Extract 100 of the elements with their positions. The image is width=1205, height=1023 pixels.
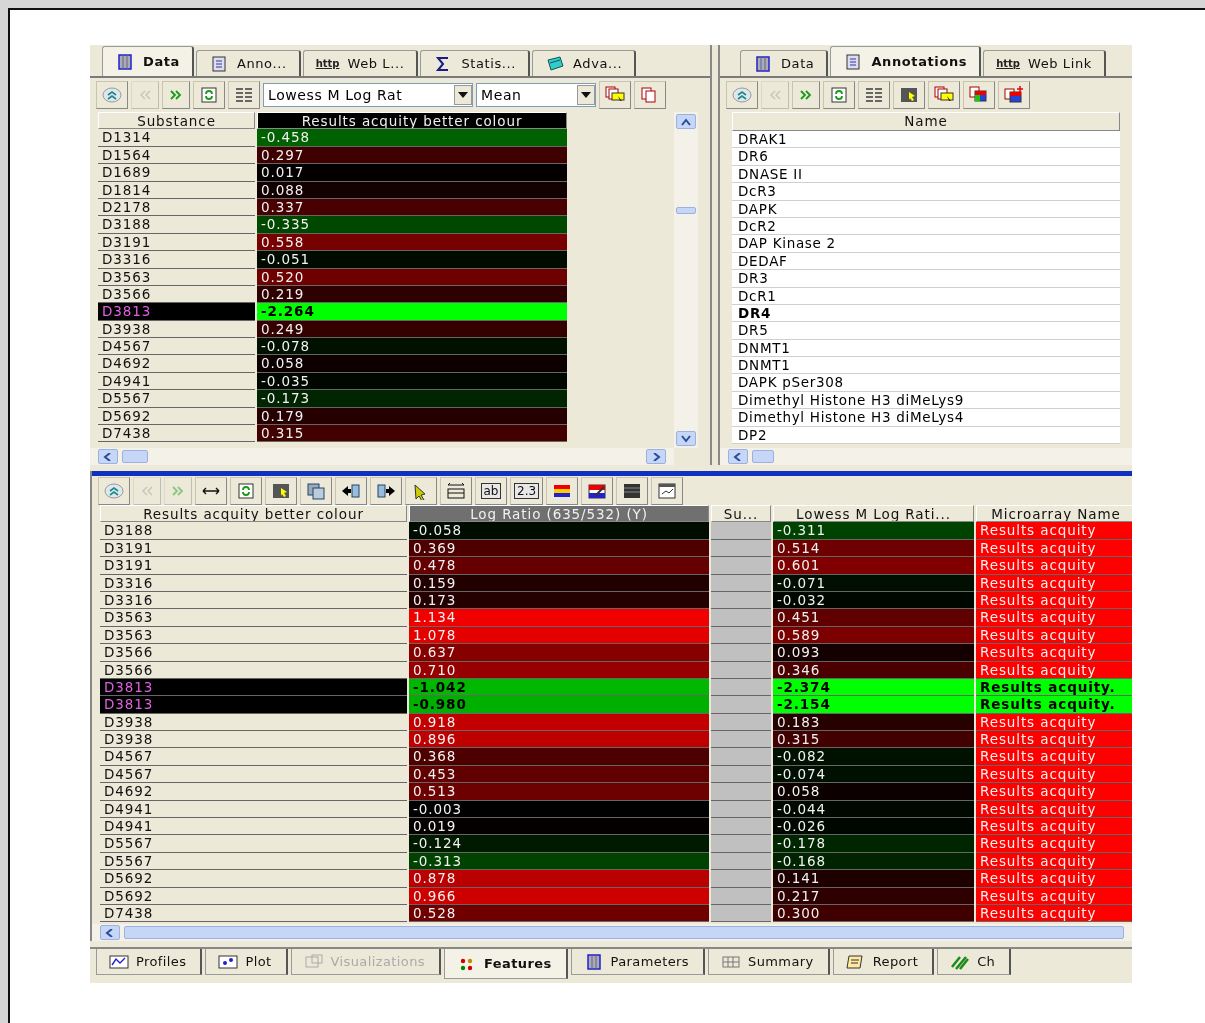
tab[interactable]: Parameters	[570, 949, 705, 975]
table-cell	[711, 783, 771, 801]
table-cell: 0.368	[409, 748, 709, 766]
toolbar-button[interactable]	[998, 81, 1030, 109]
list-item[interactable]: DR5	[732, 322, 1120, 340]
table-cell: D4692	[100, 783, 407, 801]
list-item[interactable]: DAP Kinase 2	[732, 235, 1120, 253]
toolbar-button[interactable]	[616, 476, 649, 505]
list-item[interactable]: DNMT1	[732, 357, 1120, 375]
splitter[interactable]	[710, 45, 720, 465]
table-cell: Results acquity	[976, 835, 1132, 853]
link-icon: http	[996, 58, 1020, 69]
tab[interactable]: Features	[444, 949, 568, 979]
table-cell: 0.315	[257, 425, 567, 443]
tab[interactable]: Plot	[205, 949, 288, 975]
list-item[interactable]: DAPK pSer308	[732, 374, 1120, 392]
tab[interactable]: Data	[740, 50, 829, 76]
scrollbar-thumb[interactable]	[676, 207, 696, 214]
cards-color-plus-icon	[1004, 86, 1024, 104]
list-item[interactable]: Dimethyl Histone H3 diMeLys4	[732, 409, 1120, 427]
column-header[interactable]: Results acquity better colour	[100, 505, 407, 523]
table-cell	[711, 748, 771, 766]
toolbar-button[interactable]	[893, 81, 925, 109]
refresh-icon	[199, 86, 219, 104]
column-header[interactable]: Results acquity better colour	[257, 112, 567, 130]
toolbar-button[interactable]	[265, 476, 297, 505]
tab[interactable]: Ch	[937, 949, 1012, 975]
scrollbar-thumb[interactable]	[122, 450, 148, 463]
tab[interactable]: Report	[832, 949, 935, 975]
dropdown[interactable]: Mean	[476, 83, 596, 107]
horizontal-scrollbar[interactable]	[92, 924, 1132, 941]
pen-color-icon	[587, 481, 608, 500]
table-cell: Results acquity	[976, 818, 1132, 836]
cards-filter-icon	[934, 86, 954, 104]
vertical-scrollbar[interactable]	[674, 112, 698, 448]
toolbar-button[interactable]	[546, 476, 579, 505]
tab[interactable]: Data	[102, 46, 194, 76]
scrollbar-thumb[interactable]	[124, 926, 1124, 939]
column-header[interactable]: Su...	[711, 505, 771, 523]
table-cell	[711, 522, 771, 540]
tab[interactable]: Profiles	[96, 949, 203, 975]
toolbar-button[interactable]	[370, 476, 402, 505]
table-cell: -0.058	[409, 522, 709, 540]
toolbar-button[interactable]	[195, 476, 227, 505]
tab[interactable]: Statis...	[420, 50, 531, 76]
list-item[interactable]: DR3	[732, 270, 1120, 288]
table-cell	[711, 557, 771, 575]
chevron-up-icon	[681, 117, 691, 126]
column-header[interactable]: Microarray Name	[976, 505, 1132, 523]
table-cell: Results acquity	[976, 644, 1132, 662]
list-item[interactable]: DRAK1	[732, 131, 1120, 149]
column-header[interactable]: Substance	[98, 112, 255, 130]
wand-icon	[545, 54, 566, 73]
table-cell: D7438	[98, 425, 255, 443]
table-cell: -0.026	[773, 818, 974, 836]
toolbar-button[interactable]	[963, 81, 995, 109]
column-header[interactable]: Lowess M Log Rati...	[773, 505, 974, 523]
column-header[interactable]: Log Ratio (635/532) (Y)	[409, 505, 709, 523]
tab[interactable]: http Web L...	[302, 50, 419, 76]
list-item[interactable]: DcR3	[732, 183, 1120, 201]
toolbar-button[interactable]	[581, 476, 614, 505]
toolbar-button[interactable]	[405, 476, 437, 505]
chevron-down-icon	[681, 434, 691, 443]
toolbar-button[interactable]	[335, 476, 367, 505]
table-cell: 0.878	[409, 870, 709, 888]
tab[interactable]: Summary	[708, 949, 830, 975]
table-cell: 1.134	[409, 609, 709, 627]
dropdown[interactable]: Lowess M Log Rat	[263, 83, 473, 107]
format-button[interactable]: ab	[475, 476, 507, 505]
double-chevron-up-icon	[102, 86, 122, 104]
chevron-left-icon	[103, 452, 113, 461]
tab[interactable]: http Web Link	[983, 50, 1106, 76]
scatter-plot-icon	[218, 952, 239, 971]
table-cell: D3566	[100, 644, 407, 662]
table-cell: D1314	[98, 129, 255, 147]
table-cell: D3563	[100, 609, 407, 627]
columns-icon	[864, 86, 884, 104]
double-chevron-up-icon	[104, 481, 124, 500]
horizontal-scrollbar[interactable]	[720, 448, 1132, 465]
move-left-icon	[341, 481, 361, 500]
table-cell	[711, 731, 771, 749]
caret-icon	[458, 92, 468, 98]
table-cell: Results acquity	[976, 557, 1132, 575]
tab[interactable]: Anno...	[195, 50, 301, 76]
caret-icon	[581, 92, 591, 98]
chevron-left-icon	[105, 928, 115, 937]
format-button[interactable]: 2.3	[510, 476, 544, 505]
table-cell	[711, 835, 771, 853]
horizontal-scrollbar[interactable]	[90, 448, 674, 465]
columns-icon	[234, 86, 254, 104]
column-header[interactable]: Name	[732, 112, 1120, 131]
table-cell: 0.019	[409, 818, 709, 836]
scrollbar-thumb[interactable]	[752, 450, 774, 463]
list-item[interactable]: DR6	[732, 148, 1120, 166]
toolbar-button[interactable]	[651, 476, 684, 505]
tab[interactable]: Annotations	[830, 46, 982, 76]
table-cell: 0.478	[409, 557, 709, 575]
table-cell: Results acquity	[976, 870, 1132, 888]
tab[interactable]: Adva...	[532, 50, 637, 76]
table-icon	[115, 52, 135, 71]
